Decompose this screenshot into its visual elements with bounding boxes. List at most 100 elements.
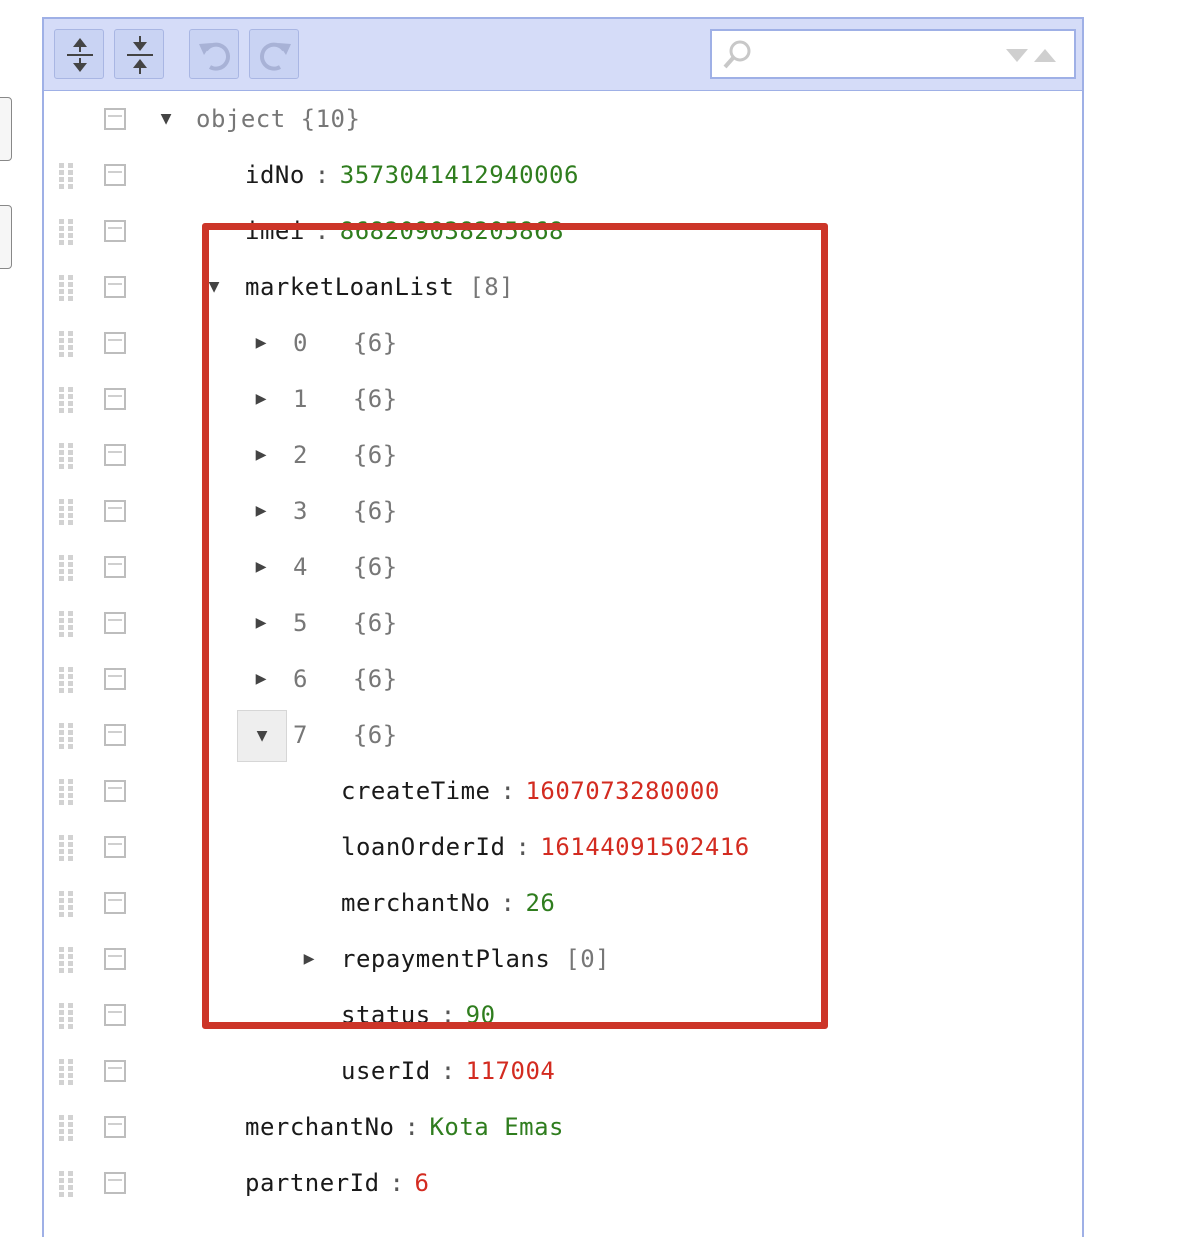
tree-row[interactable]: ▶ 0 {6} (44, 315, 1082, 371)
drag-handle-icon[interactable] (58, 330, 78, 358)
tree-row[interactable]: userId:117004 (44, 1043, 1082, 1099)
tree-row[interactable]: imei:868209038205868 (44, 203, 1082, 259)
tree-row[interactable]: ▶ 4 {6} (44, 539, 1082, 595)
field-value: 26 (525, 889, 556, 917)
drag-handle-icon[interactable] (58, 1058, 78, 1086)
context-menu-button[interactable] (104, 220, 126, 242)
tree-row[interactable]: ▼ marketLoanList [8] (44, 259, 1082, 315)
drag-handle-icon[interactable] (58, 946, 78, 974)
tree-row[interactable]: merchantNo:26 (44, 875, 1082, 931)
field-value: 1607073280000 (525, 777, 720, 805)
context-menu-button[interactable] (104, 556, 126, 578)
tree-row[interactable]: loanOrderId:16144091502416 (44, 819, 1082, 875)
key-value-separator: : (389, 1169, 405, 1197)
expanded-caret-icon[interactable]: ▼ (204, 277, 224, 297)
node-text: marketLoanList [8] (245, 273, 514, 301)
context-menu-button[interactable] (104, 724, 126, 746)
search-next-icon[interactable] (1006, 49, 1028, 62)
context-menu-button[interactable] (104, 612, 126, 634)
drag-handle-icon[interactable] (58, 1114, 78, 1142)
context-menu-button[interactable] (104, 948, 126, 970)
node-text: imei:868209038205868 (245, 217, 564, 245)
drag-handle-icon[interactable] (58, 890, 78, 918)
expanded-caret-icon[interactable]: ▼ (156, 109, 176, 129)
collapsed-caret-icon[interactable]: ▶ (251, 445, 271, 465)
search-box (710, 29, 1076, 79)
drag-handle-icon[interactable] (58, 498, 78, 526)
drag-handle-icon[interactable] (58, 1002, 78, 1030)
collapsed-caret-icon[interactable]: ▶ (251, 389, 271, 409)
collapsed-caret-icon[interactable]: ▶ (251, 613, 271, 633)
node-text: 1 {6} (293, 385, 398, 413)
context-menu-button[interactable] (104, 332, 126, 354)
drag-handle-icon[interactable] (58, 274, 78, 302)
context-menu-button[interactable] (104, 1172, 126, 1194)
field-key: status (341, 1001, 431, 1029)
tree-row[interactable]: ▶ 1 {6} (44, 371, 1082, 427)
context-menu-button[interactable] (104, 668, 126, 690)
array-index: 5 (293, 609, 308, 637)
side-panel-tab-lower[interactable] (0, 205, 12, 269)
drag-handle-icon[interactable] (58, 778, 78, 806)
collapse-all-button[interactable] (114, 29, 164, 79)
node-text: idNo:3573041412940006 (245, 161, 579, 189)
array-index: 4 (293, 553, 308, 581)
tree-row[interactable]: ▶ 3 {6} (44, 483, 1082, 539)
tree-row[interactable]: status:90 (44, 987, 1082, 1043)
drag-handle-icon[interactable] (58, 610, 78, 638)
redo-button[interactable] (249, 29, 299, 79)
context-menu-button[interactable] (104, 1060, 126, 1082)
tree-row[interactable]: ▼ object {10} (44, 91, 1082, 147)
undo-button[interactable] (189, 29, 239, 79)
node-text: 5 {6} (293, 609, 398, 637)
node-text: repaymentPlans [0] (341, 945, 610, 973)
node-text: createTime:1607073280000 (341, 777, 720, 805)
drag-handle-icon[interactable] (58, 162, 78, 190)
child-count: {6} (352, 609, 398, 637)
search-input[interactable] (762, 39, 996, 71)
child-count: {6} (352, 497, 398, 525)
expand-all-button[interactable] (54, 29, 104, 79)
context-menu-button[interactable] (104, 276, 126, 298)
collapsed-caret-icon[interactable]: ▶ (251, 501, 271, 521)
search-icon (723, 40, 751, 69)
expanded-caret-icon[interactable]: ▼ (237, 710, 287, 762)
tree-row[interactable]: ▶ 2 {6} (44, 427, 1082, 483)
drag-handle-icon[interactable] (58, 386, 78, 414)
drag-handle-icon[interactable] (58, 722, 78, 750)
context-menu-button[interactable] (104, 500, 126, 522)
drag-handle-icon[interactable] (58, 554, 78, 582)
collapsed-caret-icon[interactable]: ▶ (251, 557, 271, 577)
array-index: 1 (293, 385, 308, 413)
context-menu-button[interactable] (104, 164, 126, 186)
tree-row[interactable]: ▶ repaymentPlans [0] (44, 931, 1082, 987)
context-menu-button[interactable] (104, 1116, 126, 1138)
context-menu-button[interactable] (104, 836, 126, 858)
tree-row[interactable]: createTime:1607073280000 (44, 763, 1082, 819)
tree-row[interactable]: idNo:3573041412940006 (44, 147, 1082, 203)
drag-handle-icon[interactable] (58, 218, 78, 246)
tree-row[interactable]: ▶ 5 {6} (44, 595, 1082, 651)
collapsed-caret-icon[interactable]: ▶ (299, 949, 319, 969)
drag-handle-icon[interactable] (58, 666, 78, 694)
drag-handle-icon[interactable] (58, 1170, 78, 1198)
tree-row[interactable]: ▼ 7 {6} (44, 707, 1082, 763)
context-menu-button[interactable] (104, 108, 126, 130)
context-menu-button[interactable] (104, 444, 126, 466)
side-panel-tab-upper[interactable] (0, 97, 12, 161)
context-menu-button[interactable] (104, 780, 126, 802)
context-menu-button[interactable] (104, 388, 126, 410)
child-count: [0] (565, 945, 611, 973)
field-value: 3573041412940006 (339, 161, 579, 189)
context-menu-button[interactable] (104, 1004, 126, 1026)
search-previous-icon[interactable] (1034, 49, 1056, 62)
tree-row[interactable]: ▶ 6 {6} (44, 651, 1082, 707)
context-menu-button[interactable] (104, 892, 126, 914)
node-text: 7 {6} (293, 721, 398, 749)
tree-row[interactable]: merchantNo: Kota Emas (44, 1099, 1082, 1155)
tree-row[interactable]: partnerId:6 (44, 1155, 1082, 1211)
drag-handle-icon[interactable] (58, 834, 78, 862)
collapsed-caret-icon[interactable]: ▶ (251, 333, 271, 353)
collapsed-caret-icon[interactable]: ▶ (251, 669, 271, 689)
drag-handle-icon[interactable] (58, 442, 78, 470)
